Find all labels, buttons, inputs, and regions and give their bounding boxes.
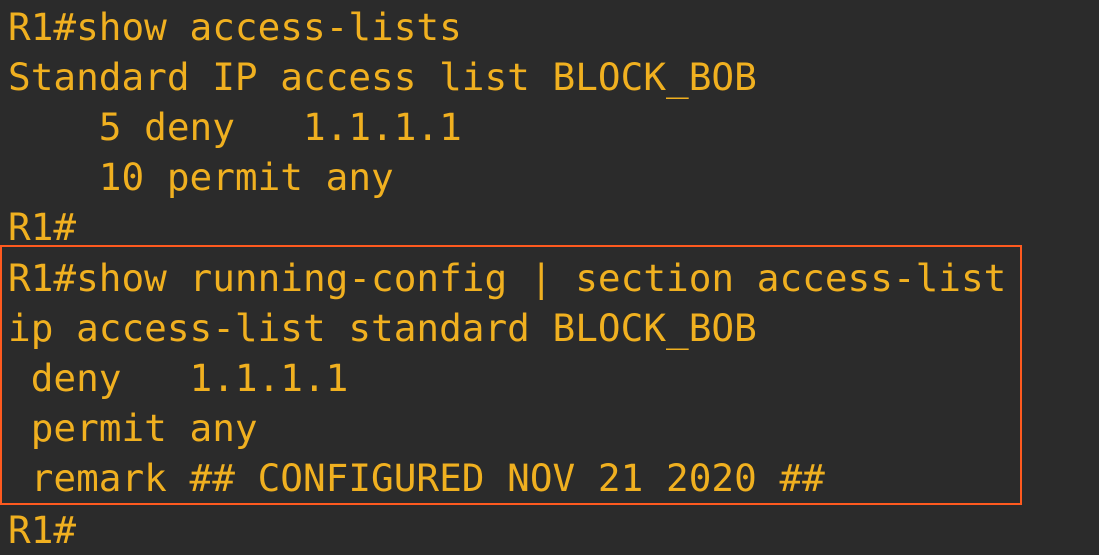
terminal-line-acl-header: Standard IP access list BLOCK_BOB <box>8 55 757 99</box>
terminal-line-config-acl-header: ip access-list standard BLOCK_BOB <box>8 306 757 350</box>
terminal-line-config-permit: permit any <box>8 406 258 450</box>
terminal-line-config-deny: deny 1.1.1.1 <box>8 356 349 400</box>
terminal-line-acl-entry-5: 5 deny 1.1.1.1 <box>8 105 462 149</box>
terminal-line-command-show-running-config: R1#show running-config | section access-… <box>8 256 1007 300</box>
terminal-line-command-show-access-lists: R1#show access-lists <box>8 5 462 49</box>
terminal-window[interactable]: R1#show access-lists Standard IP access … <box>0 0 1099 552</box>
terminal-line-config-remark: remark ## CONFIGURED NOV 21 2020 ## <box>8 456 825 500</box>
terminal-line-acl-entry-10: 10 permit any <box>8 155 394 199</box>
